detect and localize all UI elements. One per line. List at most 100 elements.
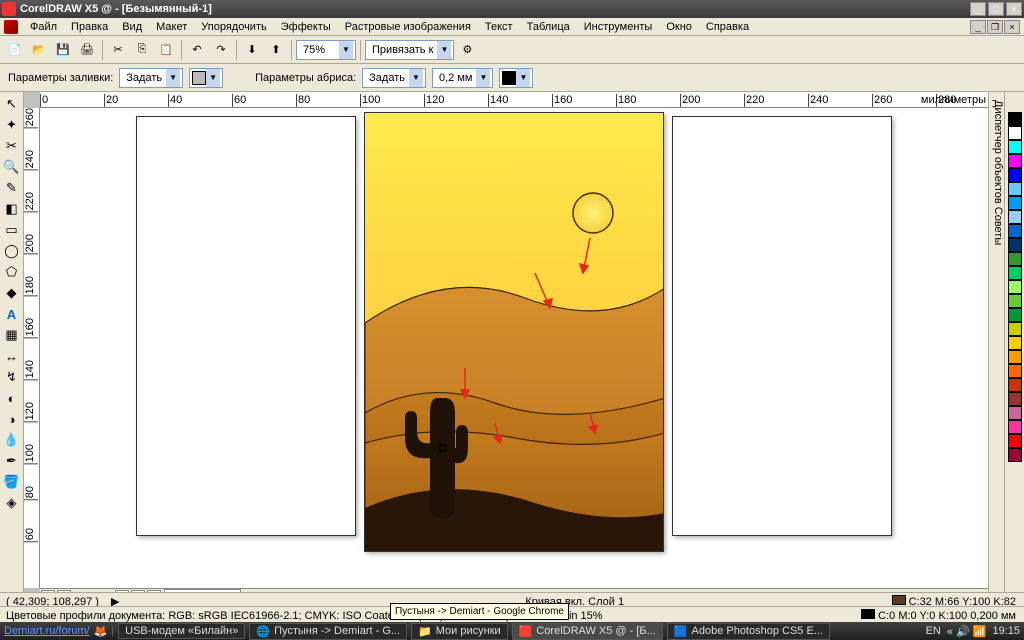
color-swatch[interactable] <box>1008 350 1022 364</box>
menu-help[interactable]: Справка <box>700 19 755 35</box>
fill-flyout-icon[interactable]: 🪣 <box>2 472 22 492</box>
color-swatch[interactable] <box>1008 168 1022 182</box>
minimize-button[interactable]: _ <box>970 2 986 16</box>
task-usb[interactable]: USB-модем «Билайн» <box>118 623 245 639</box>
fill-color-combo[interactable]: ▼ <box>189 68 223 88</box>
color-swatch[interactable] <box>1008 308 1022 322</box>
color-swatch[interactable] <box>1008 434 1022 448</box>
redo-icon[interactable]: ↷ <box>210 39 232 61</box>
menu-window[interactable]: Окно <box>660 19 698 35</box>
outline-type-combo[interactable]: Задать▼ <box>362 68 426 88</box>
color-swatch[interactable] <box>1008 126 1022 140</box>
fill-type-combo[interactable]: Задать▼ <box>119 68 183 88</box>
save-icon[interactable]: 💾 <box>52 39 74 61</box>
menu-edit[interactable]: Правка <box>65 19 114 35</box>
firefox-icon[interactable]: 🦊 <box>94 625 108 638</box>
close-button[interactable]: × <box>1006 2 1022 16</box>
zoom-combo[interactable]: 75%▼ <box>296 40 356 60</box>
color-swatch[interactable] <box>1008 336 1022 350</box>
maximize-button[interactable]: □ <box>988 2 1004 16</box>
task-photoshop[interactable]: 🟦 Adobe Photoshop CS5 E... <box>667 623 830 640</box>
zoom-tool-icon[interactable]: 🔍 <box>2 157 22 177</box>
eyedropper-tool-icon[interactable]: 💧 <box>2 430 22 450</box>
basic-shapes-icon[interactable]: ◆ <box>2 283 22 303</box>
options-icon[interactable]: ⚙ <box>456 39 478 61</box>
outline-flyout-icon[interactable]: ✒ <box>2 451 22 471</box>
freehand-tool-icon[interactable]: ✎ <box>2 178 22 198</box>
color-swatch[interactable] <box>1008 322 1022 336</box>
outline-color-combo[interactable]: ▼ <box>499 68 533 88</box>
menu-text[interactable]: Текст <box>479 19 519 35</box>
color-swatch[interactable] <box>1008 196 1022 210</box>
tray-icons[interactable]: « 🔊 📶 <box>947 625 987 638</box>
crop-tool-icon[interactable]: ✂ <box>2 136 22 156</box>
rectangle-tool-icon[interactable]: ▭ <box>2 220 22 240</box>
shape-tool-icon[interactable]: ✦ <box>2 115 22 135</box>
color-swatch[interactable] <box>1008 154 1022 168</box>
menu-arrange[interactable]: Упорядочить <box>195 19 272 35</box>
polygon-tool-icon[interactable]: ⬠ <box>2 262 22 282</box>
color-swatch[interactable] <box>1008 266 1022 280</box>
blend-tool-icon[interactable]: ◐ <box>2 388 22 408</box>
menu-table[interactable]: Таблица <box>521 19 576 35</box>
connector-tool-icon[interactable]: ↯ <box>2 367 22 387</box>
menu-bitmaps[interactable]: Растровые изображения <box>339 19 477 35</box>
paste-icon[interactable]: 📋 <box>155 39 177 61</box>
export-icon[interactable]: ⬆ <box>265 39 287 61</box>
color-swatch[interactable] <box>1008 224 1022 238</box>
text-tool-icon[interactable]: A <box>2 304 22 324</box>
task-corel[interactable]: 🟥 CorelDRAW X5 @ - [Б... <box>512 623 663 640</box>
color-swatch[interactable] <box>1008 182 1022 196</box>
print-icon[interactable]: 🖨 <box>76 39 98 61</box>
mdi-close[interactable]: × <box>1004 20 1020 34</box>
color-swatch[interactable] <box>1008 252 1022 266</box>
lang-indicator[interactable]: EN <box>926 625 941 637</box>
color-swatch[interactable] <box>1008 420 1022 434</box>
color-swatch[interactable] <box>1008 210 1022 224</box>
menu-layout[interactable]: Макет <box>150 19 193 35</box>
menu-tools[interactable]: Инструменты <box>578 19 659 35</box>
color-swatch[interactable] <box>1008 112 1022 126</box>
dimension-tool-icon[interactable]: ↔ <box>2 346 22 366</box>
ellipse-tool-icon[interactable]: ◯ <box>2 241 22 261</box>
interactive-fill-icon[interactable]: ◈ <box>2 493 22 513</box>
color-swatch[interactable] <box>1008 392 1022 406</box>
tooltip: Пустыня -> Demiart - Google Chrome <box>390 603 569 620</box>
task-chrome[interactable]: 🌐 Пустыня -> Demiart - G... <box>249 623 407 640</box>
color-swatch[interactable] <box>1008 406 1022 420</box>
color-swatch[interactable] <box>1008 280 1022 294</box>
task-pictures[interactable]: 📁 Мои рисунки <box>411 623 508 640</box>
color-swatch[interactable] <box>1008 448 1022 462</box>
table-tool-icon[interactable]: ▦ <box>2 325 22 345</box>
color-swatch[interactable] <box>1008 364 1022 378</box>
color-swatch[interactable] <box>1008 378 1022 392</box>
artwork[interactable] <box>364 112 664 552</box>
canvas[interactable] <box>40 108 988 588</box>
horizontal-ruler[interactable]: 020406080100120140160180200220240260280м… <box>40 92 988 108</box>
menu-effects[interactable]: Эффекты <box>275 19 337 35</box>
transparency-tool-icon[interactable]: ◑ <box>2 409 22 429</box>
docker-tabs[interactable]: Диспетчер объектов Советы <box>988 92 1004 604</box>
copy-icon[interactable]: ⎘ <box>131 39 153 61</box>
color-swatch[interactable] <box>1008 294 1022 308</box>
mdi-minimize[interactable]: _ <box>970 20 986 34</box>
outline-indicator[interactable]: C:0 M:0 Y:0 K:100 0,200 мм <box>861 609 1016 622</box>
color-swatch[interactable] <box>1008 238 1022 252</box>
new-icon[interactable]: 📄 <box>4 39 26 61</box>
outline-width-combo[interactable]: 0,2 мм▼ <box>432 68 493 88</box>
undo-icon[interactable]: ↶ <box>186 39 208 61</box>
open-icon[interactable]: 📂 <box>28 39 50 61</box>
snap-combo[interactable]: Привязать к▼ <box>365 40 454 60</box>
smart-fill-icon[interactable]: ◧ <box>2 199 22 219</box>
mdi-restore[interactable]: ❐ <box>987 20 1003 34</box>
color-swatch[interactable] <box>1008 140 1022 154</box>
menu-file[interactable]: Файл <box>24 19 63 35</box>
vertical-ruler[interactable]: 2602402202001801601401201008060 <box>24 108 40 588</box>
mdi-buttons: _ ❐ × <box>970 20 1020 34</box>
pick-tool-icon[interactable]: ↖ <box>2 94 22 114</box>
import-icon[interactable]: ⬇ <box>241 39 263 61</box>
demiart-link[interactable]: Demiart.ru/forum/ <box>4 625 90 637</box>
menu-view[interactable]: Вид <box>116 19 148 35</box>
cut-icon[interactable]: ✂ <box>107 39 129 61</box>
clock[interactable]: 19:15 <box>992 625 1020 637</box>
